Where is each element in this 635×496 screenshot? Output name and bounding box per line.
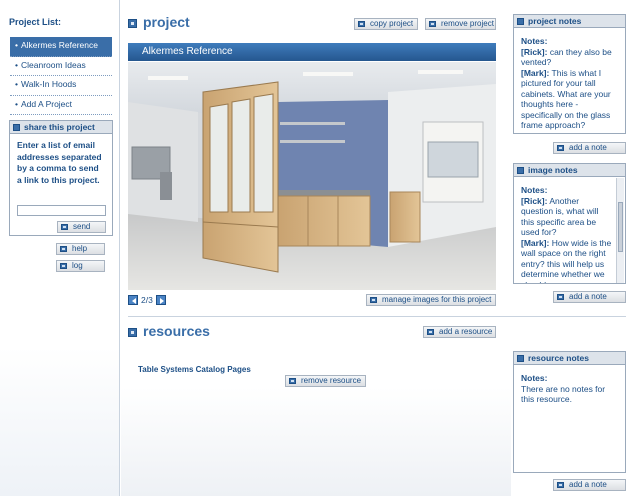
resources-section-title: resources [143,323,210,339]
button-icon [60,263,67,269]
remove-project-button[interactable]: remove project [425,18,496,30]
note-author: [Rick]: [521,195,548,206]
image-notes-heading: Notes: [521,185,548,195]
add-resource-label: add a resource [439,327,493,336]
copy-project-label: copy project [370,19,414,28]
remove-resource-label: remove resource [301,376,362,385]
send-button-label: send [73,222,91,231]
prev-image-button[interactable] [128,295,138,305]
image-notes-scrollbar[interactable] [616,178,624,283]
share-instructions: Enter a list of email addresses separate… [17,140,102,185]
chevron-right-icon [160,298,164,304]
section-divider [128,316,626,317]
share-panel: share this project Enter a list of email… [9,120,113,236]
resource-notes-panel: resource notes Notes: There are no notes… [513,351,626,473]
image-notes-header: image notes [514,164,625,177]
chevron-left-icon [132,298,136,304]
resource-notes-header: resource notes [514,352,625,365]
button-icon [557,294,564,300]
share-email-input[interactable] [17,205,106,216]
project-section-icon [128,19,137,28]
add-resource-note-button[interactable]: add a note [553,479,626,491]
image-counter: 2/3 [141,295,153,305]
share-panel-title: share this project [24,122,95,132]
bullet-icon: • [15,40,18,50]
image-notes-title: image notes [528,165,578,175]
image-title-bar: Alkermes Reference [128,43,496,61]
add-note-label: add a note [569,292,607,301]
button-icon [289,378,296,384]
project-image[interactable] [128,62,496,290]
add-resource-button[interactable]: add a resource [423,326,496,338]
panel-icon [517,18,524,25]
image-notes-body: Notes: [Rick]: Another question is, what… [514,177,625,283]
add-note-label: add a note [569,143,607,152]
remove-project-label: remove project [441,19,494,28]
button-icon [557,145,564,151]
project-list-item-add[interactable]: • Add A Project [10,96,112,115]
button-icon [358,21,365,27]
note-author: [Mark]: [521,67,550,78]
project-list-item-alkermes[interactable]: • Alkermes Reference [10,37,112,57]
project-notes-title: project notes [528,16,582,26]
project-notes-header: project notes [514,15,625,28]
bullet-icon: • [15,59,18,70]
project-note-entry: [Mark]: This is what I pictured for your… [521,68,618,131]
share-panel-header: share this project [10,121,112,134]
note-author: [Rick]: [521,46,548,57]
button-icon [60,246,67,252]
next-image-button[interactable] [156,295,166,305]
sidebar: Project List: • Alkermes Reference • Clean… [0,0,120,496]
log-button-label: log [72,261,83,270]
panel-icon [13,124,20,131]
send-button[interactable]: send [57,221,106,233]
button-icon [370,297,377,303]
project-notes-panel: project notes Notes: [Rick]: can they al… [513,14,626,134]
project-notes-heading: Notes: [521,36,548,46]
resource-notes-title: resource notes [528,353,589,363]
resources-section-icon [128,328,137,337]
panel-icon [517,355,524,362]
resource-link[interactable]: Table Systems Catalog Pages [138,365,251,374]
image-note-entry: [Rick]: Another question is, what will t… [521,196,613,238]
project-notes-body: Notes: [Rick]: can they also be vented? … [514,28,625,134]
resource-notes-heading: Notes: [521,373,548,383]
project-list-item-label: Cleanroom Ideas [20,59,86,70]
panel-icon [517,167,524,174]
help-button-label: help [72,244,88,253]
button-icon [61,224,68,230]
project-section-title: project [143,14,190,30]
bullet-icon: • [15,98,18,109]
scrollbar-thumb[interactable] [618,202,623,252]
project-list-item-cleanroom[interactable]: • Cleanroom Ideas [10,57,112,76]
bullet-icon: • [15,79,18,89]
image-notes-panel: image notes Notes: [Rick]: Another quest… [513,163,626,284]
resource-notes-text: There are no notes for this resource. [521,383,606,405]
image-note-entry: [Mark]: How wide is the wall space on th… [521,238,613,284]
manage-images-label: manage images for this project [382,295,492,304]
project-list-item-label: Add A Project [20,98,73,109]
project-list-item-label: Alkermes Reference [20,40,98,50]
resource-notes-body: Notes: There are no notes for this resou… [514,365,625,408]
button-icon [429,21,436,27]
project-note-entry: [Rick]: can they also be vented? [521,47,618,68]
add-image-note-button[interactable]: add a note [553,291,626,303]
button-icon [557,482,564,488]
project-list-title: Project List: [9,17,62,27]
copy-project-button[interactable]: copy project [354,18,418,30]
log-button[interactable]: log [56,260,105,272]
project-list-item-label: Walk-In Hoods [20,79,77,89]
add-project-note-button[interactable]: add a note [553,142,626,154]
button-icon [427,329,434,335]
note-author: [Mark]: [521,237,550,248]
project-list: • Alkermes Reference • Cleanroom Ideas • Wa… [10,37,112,115]
help-button[interactable]: help [56,243,105,255]
remove-resource-button[interactable]: remove resource [285,375,366,387]
add-note-label: add a note [569,480,607,489]
project-list-item-walk-in-hoods[interactable]: • Walk-In Hoods [10,76,112,96]
background-gradient [121,340,511,496]
lab-photo-illustration [128,62,496,290]
manage-images-button[interactable]: manage images for this project [366,294,496,306]
